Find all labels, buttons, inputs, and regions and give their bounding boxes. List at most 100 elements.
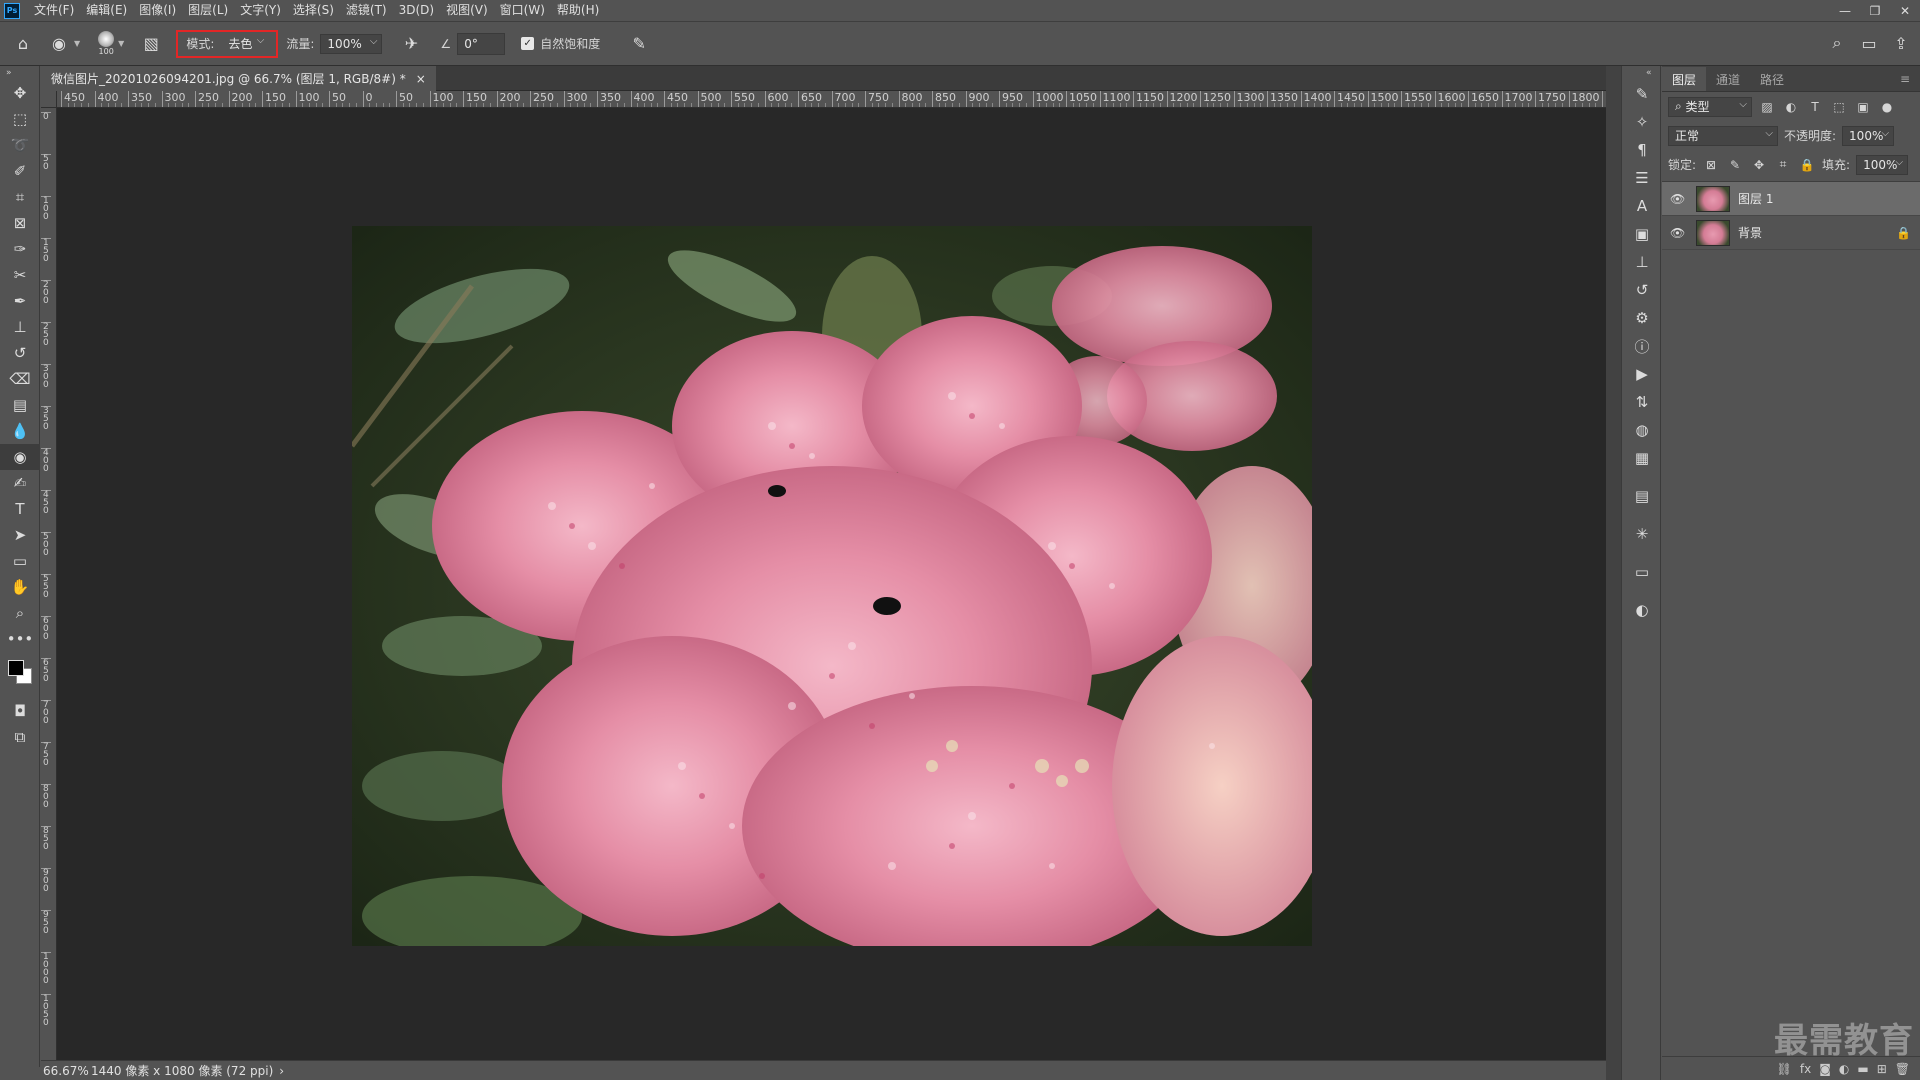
menu-type[interactable]: 文字(Y)	[234, 0, 287, 21]
lock-artboard-icon[interactable]: ⌗	[1774, 156, 1792, 174]
lock-image-icon[interactable]: ✎	[1726, 156, 1744, 174]
frame-tool-icon[interactable]: ⊠	[0, 210, 40, 236]
layer-style-icon[interactable]: fx	[1800, 1062, 1811, 1076]
flow-field[interactable]: 100%	[320, 33, 383, 54]
lock-transparent-icon[interactable]: ⊠	[1702, 156, 1720, 174]
vertical-ruler[interactable]: 0 50 100 150 200 250 300 350 400 450 500 550 600 650 7…	[41, 108, 57, 1060]
collapse-icon[interactable]: «	[1622, 66, 1660, 80]
eyedropper-tool-icon[interactable]: ✑	[0, 236, 40, 262]
menu-edit[interactable]: 编辑(E)	[80, 0, 133, 21]
document-tab[interactable]: 微信图片_20201026094201.jpg @ 66.7% (图层 1, R…	[41, 66, 436, 91]
learn-panel-icon[interactable]: ✳	[1622, 520, 1662, 548]
new-adjustment-layer-icon[interactable]: ◐	[1839, 1062, 1849, 1076]
link-layers-icon[interactable]: ⛓	[1777, 1062, 1792, 1076]
tab-channels[interactable]: 通道	[1706, 67, 1750, 91]
layer-row[interactable]: 👁 背景 🔒	[1662, 216, 1920, 250]
filter-toggle-icon[interactable]: ●	[1878, 98, 1896, 116]
blur-tool-icon[interactable]: 💧	[0, 418, 40, 444]
menu-select[interactable]: 选择(S)	[287, 0, 340, 21]
info-panel-icon[interactable]: ⓘ	[1622, 332, 1662, 360]
rectangle-tool-icon[interactable]: ▭	[0, 548, 40, 574]
marquee-tool-icon[interactable]: ⬚	[0, 106, 40, 132]
brush-tool-icon[interactable]: ✒	[0, 288, 40, 314]
crop-tool-icon[interactable]: ⌗	[0, 184, 40, 210]
pressure-size-icon[interactable]: ✎	[626, 31, 652, 57]
share-icon[interactable]: ⇪	[1888, 30, 1914, 56]
close-tab-icon[interactable]: ×	[416, 72, 426, 86]
menu-help[interactable]: 帮助(H)	[551, 0, 605, 21]
healing-brush-tool-icon[interactable]: ✂	[0, 262, 40, 288]
tool-presets-panel-icon[interactable]: ⚙	[1622, 304, 1662, 332]
path-selection-tool-icon[interactable]: ➤	[0, 522, 40, 548]
new-group-icon[interactable]: ▬	[1857, 1062, 1868, 1076]
libraries-panel-icon[interactable]: ▭	[1622, 558, 1662, 586]
color-panel-icon[interactable]: ◍	[1622, 416, 1662, 444]
adjustment-layer-filter-icon[interactable]: ◐	[1782, 98, 1800, 116]
airbrush-icon[interactable]: ✈	[398, 31, 424, 57]
zoom-level[interactable]: 66.67%	[41, 1064, 89, 1078]
adjustments-panel-icon[interactable]: ⇅	[1622, 388, 1662, 416]
screen-mode-icon[interactable]: ⧉	[0, 724, 40, 750]
menu-layer[interactable]: 图层(L)	[182, 0, 234, 21]
visibility-eye-icon[interactable]: 👁	[1670, 192, 1688, 206]
menu-view[interactable]: 视图(V)	[440, 0, 494, 21]
panel-menu-icon[interactable]: ≡	[1890, 67, 1920, 91]
workspace-icon[interactable]: ▭	[1856, 30, 1882, 56]
character-panel-icon[interactable]: A	[1622, 192, 1662, 220]
history-brush-tool-icon[interactable]: ↺	[0, 340, 40, 366]
visibility-eye-icon[interactable]: 👁	[1670, 226, 1688, 240]
canvas-area[interactable]	[57, 108, 1606, 1060]
lasso-tool-icon[interactable]: ➰	[0, 132, 40, 158]
lock-all-icon[interactable]: 🔒	[1798, 156, 1816, 174]
pen-tool-icon[interactable]: ✍	[0, 470, 40, 496]
type-layer-filter-icon[interactable]: T	[1806, 98, 1824, 116]
gradient-tool-icon[interactable]: ▤	[0, 392, 40, 418]
search-icon[interactable]: ⌕	[1824, 30, 1850, 56]
menu-filter[interactable]: 滤镜(T)	[340, 0, 393, 21]
chevron-down-icon[interactable]: ▼	[118, 39, 124, 48]
delete-layer-icon[interactable]: 🗑	[1895, 1062, 1910, 1076]
tab-layers[interactable]: 图层	[1662, 67, 1707, 91]
vibrance-checkbox[interactable]: ✓	[521, 37, 535, 50]
horizontal-ruler[interactable]: 450 400 350 300 250 200 150 100 50 0 50 100 150 200 25…	[57, 91, 1606, 108]
brush-preset-picker[interactable]: 100	[98, 29, 115, 59]
quick-mask-icon[interactable]: ◘	[0, 698, 40, 724]
close-button[interactable]: ✕	[1890, 0, 1920, 21]
restore-button[interactable]: ❐	[1860, 0, 1890, 21]
add-mask-icon[interactable]: ◙	[1819, 1062, 1831, 1076]
sponge-tool-icon[interactable]: ◉	[0, 444, 40, 470]
smart-object-filter-icon[interactable]: ▣	[1854, 98, 1872, 116]
history-panel-icon[interactable]: ↺	[1622, 276, 1662, 304]
status-menu-arrow-icon[interactable]: ›	[279, 1064, 284, 1078]
lock-position-icon[interactable]: ✥	[1750, 156, 1768, 174]
clone-stamp-tool-icon[interactable]: ⊥	[0, 314, 40, 340]
color-swatches[interactable]	[0, 652, 40, 698]
paragraph-panel-icon[interactable]: ¶	[1622, 136, 1662, 164]
brushes-panel-icon[interactable]: ✧	[1622, 108, 1662, 136]
document-image[interactable]	[352, 226, 1312, 946]
collapse-icon[interactable]: »	[0, 66, 39, 80]
swatches-panel-icon[interactable]: ▦	[1622, 444, 1662, 472]
styles-panel-icon[interactable]: ◐	[1622, 596, 1662, 624]
notes-panel-icon[interactable]: ▤	[1622, 482, 1662, 510]
layer-filter-select[interactable]: ⌕ 类型	[1668, 96, 1752, 117]
brush-settings-icon[interactable]: ▧	[138, 31, 164, 57]
blend-mode-select[interactable]: 正常	[1668, 125, 1778, 146]
pixel-layer-filter-icon[interactable]: ▨	[1758, 98, 1776, 116]
tab-paths[interactable]: 路径	[1750, 67, 1794, 91]
brush-settings-panel-icon[interactable]: ✎	[1622, 80, 1662, 108]
new-layer-icon[interactable]: ⊞	[1877, 1062, 1887, 1076]
actions-panel-icon[interactable]: ▶	[1622, 360, 1662, 388]
menu-window[interactable]: 窗口(W)	[494, 0, 551, 21]
home-icon[interactable]: ⌂	[10, 31, 36, 57]
move-tool-icon[interactable]: ✥	[0, 80, 40, 106]
hand-tool-icon[interactable]: ✋	[0, 574, 40, 600]
type-tool-icon[interactable]: T	[0, 496, 40, 522]
shape-layer-filter-icon[interactable]: ⬚	[1830, 98, 1848, 116]
more-tools-icon[interactable]: •••	[0, 626, 40, 652]
ruler-origin[interactable]	[41, 91, 57, 108]
menu-file[interactable]: 文件(F)	[28, 0, 80, 21]
quick-selection-tool-icon[interactable]: ✐	[0, 158, 40, 184]
eraser-tool-icon[interactable]: ⌫	[0, 366, 40, 392]
menu-3d[interactable]: 3D(D)	[393, 0, 440, 21]
